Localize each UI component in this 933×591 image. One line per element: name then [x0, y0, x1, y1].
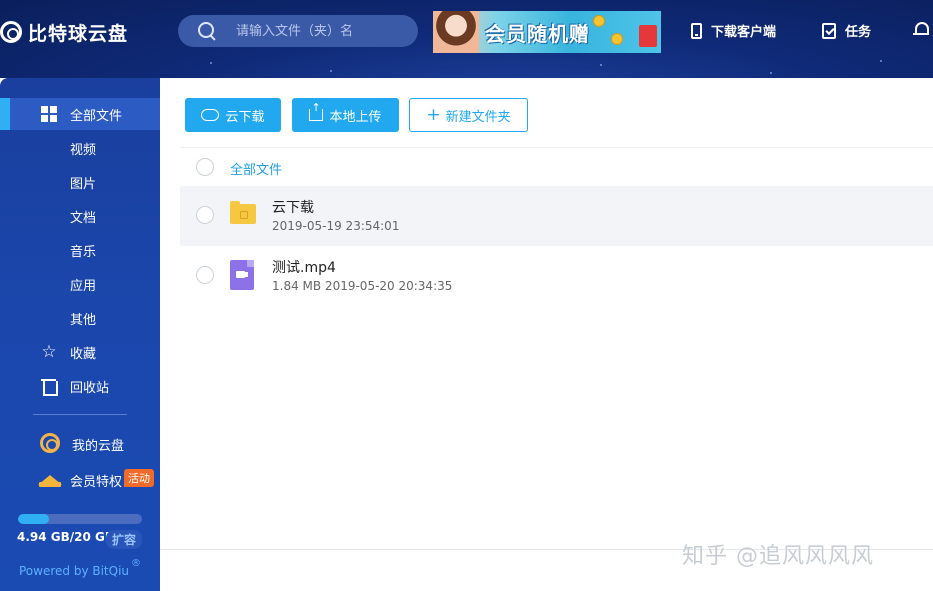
tasks-button[interactable]: 任务: [822, 21, 871, 40]
task-icon: [822, 22, 836, 39]
storage-progress-bar: [18, 514, 142, 524]
coin-icon: [611, 33, 623, 45]
vip-privileges-link[interactable]: 会员特权: [70, 471, 122, 490]
activity-badge: 活动: [124, 469, 154, 487]
cloud-download-button[interactable]: 云下载: [185, 98, 281, 132]
sidebar-item-label: 其他: [70, 313, 97, 328]
sidebar-item-label: 音乐: [70, 245, 97, 260]
sidebar-item-music[interactable]: 音乐: [0, 234, 160, 266]
sidebar-item-label: 应用: [70, 279, 97, 294]
new-folder-button[interactable]: + 新建文件夹: [409, 98, 528, 132]
decor-star: [770, 72, 772, 74]
sidebar-item-video[interactable]: 视频: [0, 132, 160, 164]
bell-icon[interactable]: [913, 21, 929, 37]
sidebar-item-apps[interactable]: 应用: [0, 268, 160, 300]
crown-icon: [38, 471, 62, 487]
logo-icon: [0, 21, 22, 43]
download-client-button[interactable]: 下载客户端: [691, 21, 776, 40]
file-meta: 2019-05-19 23:54:01: [272, 219, 400, 233]
breadcrumb-root[interactable]: 全部文件: [230, 159, 282, 178]
search-input[interactable]: [236, 23, 396, 39]
breadcrumb: 全部文件: [180, 147, 933, 187]
red-packet-icon: [639, 25, 657, 47]
sidebar-item-other[interactable]: 其他: [0, 302, 160, 334]
app-logo[interactable]: 比特球云盘: [0, 18, 128, 46]
registered-mark: ®: [131, 558, 141, 569]
sidebar-item-favorites[interactable]: ☆ 收藏: [0, 336, 160, 368]
folder-icon: [230, 201, 256, 224]
sidebar-item-label: 视频: [70, 143, 97, 158]
file-meta: 1.84 MB 2019-05-20 20:34:35: [272, 279, 453, 293]
upload-icon: [309, 101, 324, 121]
sidebar-item-recycle-bin[interactable]: 回收站: [0, 370, 160, 402]
promo-banner[interactable]: 会员随机赠: [433, 11, 661, 53]
main-content: 云下载 本地上传 + 新建文件夹 全部文件 云下载 2019-05-19 23:…: [160, 78, 933, 591]
video-file-icon: [230, 260, 254, 290]
cloud-download-icon: [201, 109, 220, 121]
sidebar-item-all-files[interactable]: 全部文件: [0, 98, 160, 130]
sidebar-item-documents[interactable]: 文档: [0, 200, 160, 232]
select-all-checkbox[interactable]: [196, 158, 214, 176]
download-client-label: 下载客户端: [711, 25, 777, 40]
phone-icon: [691, 22, 702, 39]
sidebar-divider: [33, 414, 127, 415]
storage-progress-fill: [18, 514, 49, 524]
decor-star: [330, 70, 332, 72]
plus-icon: +: [426, 104, 441, 125]
sidebar-item-images[interactable]: 图片: [0, 166, 160, 198]
my-cloud-icon: [40, 433, 60, 453]
expand-storage-button[interactable]: 扩容: [106, 530, 143, 549]
banner-text: 会员随机赠: [485, 21, 590, 46]
file-name[interactable]: 测试.mp4: [272, 257, 336, 277]
local-upload-button[interactable]: 本地上传: [292, 98, 399, 132]
sidebar: 全部文件 视频 图片 文档 音乐 应用 其他 ☆ 收藏 回收站 我的云盘 会员特…: [0, 78, 160, 591]
sidebar-item-label: 文档: [70, 211, 97, 226]
star-icon: ☆: [41, 342, 57, 362]
decor-star: [880, 60, 882, 62]
my-cloud-link[interactable]: 我的云盘: [72, 435, 124, 454]
grid-icon: [40, 105, 58, 123]
row-checkbox[interactable]: [196, 206, 214, 224]
tasks-label: 任务: [845, 25, 872, 40]
watermark-text: 知乎 @追风风风风: [682, 544, 874, 569]
trash-icon: [40, 377, 58, 396]
search-icon[interactable]: [198, 22, 216, 40]
storage-usage-text: 4.94 GB/20 GB: [17, 530, 115, 544]
powered-by-text: Powered by BitQiu: [19, 564, 130, 578]
top-bar: 比特球云盘 会员随机赠 下载客户端 任务: [0, 0, 933, 78]
row-checkbox[interactable]: [196, 266, 214, 284]
decor-star: [210, 62, 212, 64]
sidebar-item-label: 收藏: [70, 347, 97, 362]
banner-person-image: [433, 11, 479, 53]
sidebar-item-label: 回收站: [70, 381, 110, 396]
coin-icon: [593, 15, 605, 27]
file-row[interactable]: 云下载 2019-05-19 23:54:01: [180, 186, 933, 246]
logo-text: 比特球云盘: [28, 22, 129, 45]
sidebar-item-label: 全部文件: [70, 109, 123, 124]
file-name[interactable]: 云下载: [272, 197, 314, 217]
file-row[interactable]: 测试.mp4 1.84 MB 2019-05-20 20:34:35: [180, 246, 933, 306]
local-upload-label: 本地上传: [329, 109, 382, 125]
sidebar-item-label: 图片: [70, 177, 97, 192]
search-box[interactable]: [178, 15, 418, 47]
decor-star: [600, 64, 602, 66]
cloud-download-label: 云下载: [225, 109, 265, 125]
new-folder-label: 新建文件夹: [445, 109, 511, 125]
